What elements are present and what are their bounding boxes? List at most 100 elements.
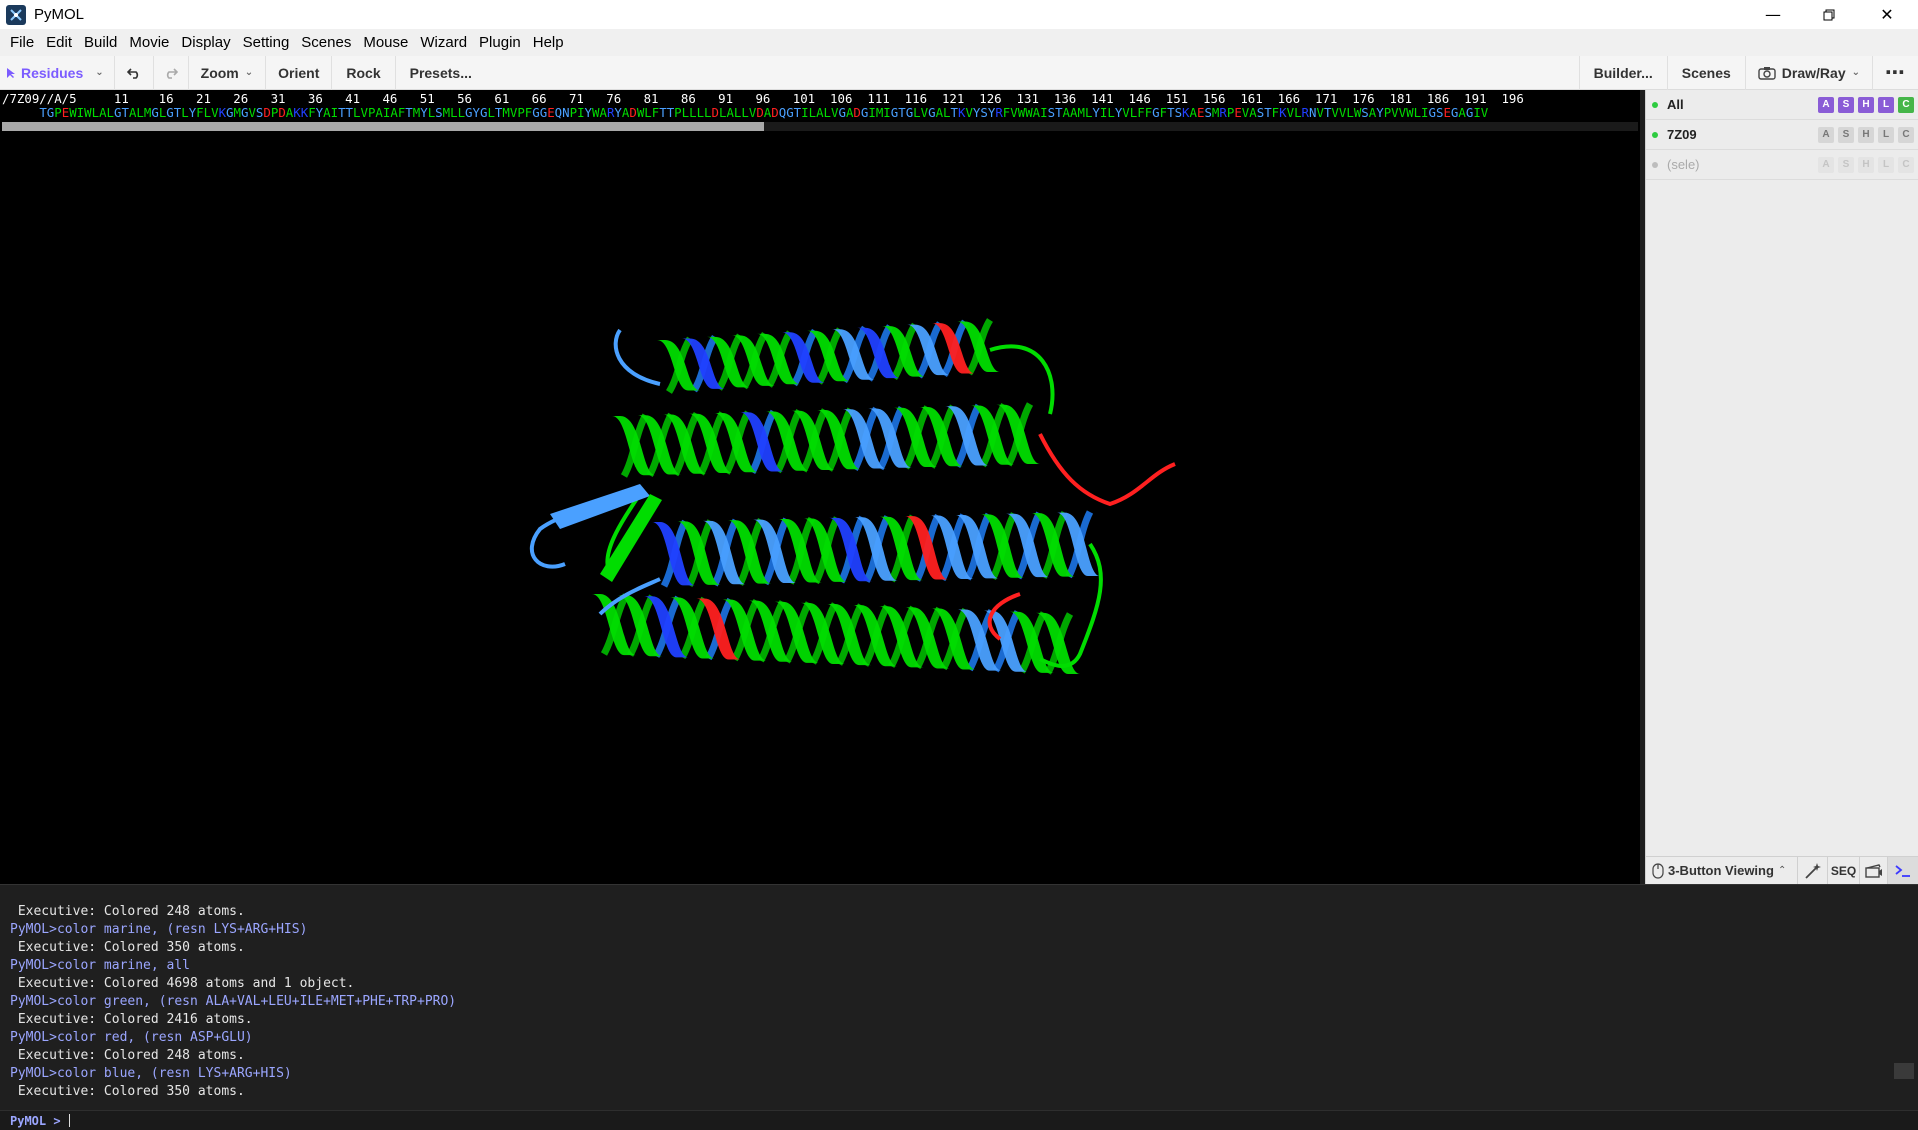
color-button[interactable]: C: [1898, 126, 1914, 143]
residue-letter[interactable]: K: [219, 105, 226, 120]
residue-letter[interactable]: L: [913, 105, 920, 120]
residue-letter[interactable]: M: [443, 105, 450, 120]
scenes-button[interactable]: Scenes: [1668, 55, 1746, 90]
residue-letter[interactable]: I: [1040, 105, 1047, 120]
residue-letter[interactable]: W: [84, 105, 91, 120]
menu-wizard[interactable]: Wizard: [414, 29, 473, 56]
residue-letter[interactable]: I: [77, 105, 84, 120]
residue-letter[interactable]: A: [99, 105, 106, 120]
zoom-button[interactable]: Zoom ⌄: [189, 55, 267, 90]
residue-letter[interactable]: G: [166, 105, 173, 120]
residue-letter[interactable]: R: [1219, 105, 1226, 120]
residue-letter[interactable]: L: [92, 105, 99, 120]
menu-plugin[interactable]: Plugin: [473, 29, 527, 56]
residue-letter[interactable]: D: [771, 105, 778, 120]
draw-ray-button[interactable]: Draw/Ray ⌄: [1746, 55, 1873, 90]
menu-display[interactable]: Display: [175, 29, 236, 56]
enabled-dot-icon[interactable]: [1652, 101, 1658, 108]
residue-letter[interactable]: Y: [1092, 105, 1099, 120]
residue-letter[interactable]: G: [1152, 105, 1159, 120]
residue-letter[interactable]: A: [1190, 105, 1197, 120]
sequence-scrollbar-thumb[interactable]: [2, 122, 764, 131]
residue-letter[interactable]: M: [234, 105, 241, 120]
residue-letter[interactable]: D: [853, 105, 860, 120]
residue-letter[interactable]: I: [801, 105, 808, 120]
menu-edit[interactable]: Edit: [40, 29, 78, 56]
color-button[interactable]: C: [1898, 96, 1914, 113]
residue-letter[interactable]: L: [682, 105, 689, 120]
object-row-all[interactable]: All A S H L C: [1646, 90, 1918, 120]
movie-panel-button[interactable]: [1860, 856, 1888, 885]
residue-letter[interactable]: V: [1399, 105, 1406, 120]
residue-letter[interactable]: N: [562, 105, 569, 120]
molecular-viewport[interactable]: [0, 134, 1640, 884]
redo-button[interactable]: [154, 55, 189, 90]
residue-letter[interactable]: A: [816, 105, 823, 120]
show-button[interactable]: S: [1838, 126, 1854, 143]
residue-letter[interactable]: L: [824, 105, 831, 120]
residue-letter[interactable]: D: [278, 105, 285, 120]
sequence-letters[interactable]: TGPEWIWLALGTALMGLGTLYFLVKGMGVSDPDAKKFYAI…: [39, 105, 1488, 120]
protein-cartoon[interactable]: [0, 134, 1640, 884]
command-line[interactable]: PyMOL >: [0, 1110, 1918, 1130]
residue-letter[interactable]: L: [704, 105, 711, 120]
action-button[interactable]: A: [1818, 96, 1834, 113]
residue-letter[interactable]: S: [1204, 105, 1211, 120]
residue-letter[interactable]: L: [458, 105, 465, 120]
enabled-dot-icon[interactable]: [1652, 131, 1658, 138]
residue-letter[interactable]: A: [1063, 105, 1070, 120]
residue-letter[interactable]: G: [465, 105, 472, 120]
residue-letter[interactable]: L: [697, 105, 704, 120]
residue-letter[interactable]: V: [248, 105, 255, 120]
residue-letter[interactable]: K: [293, 105, 300, 120]
residue-letter[interactable]: F: [196, 105, 203, 120]
action-button[interactable]: A: [1818, 126, 1834, 143]
residue-letter[interactable]: V: [360, 105, 367, 120]
residue-letter[interactable]: A: [1249, 105, 1256, 120]
residue-letter[interactable]: M: [1077, 105, 1084, 120]
residue-letter[interactable]: T: [794, 105, 801, 120]
sequence-scrollbar[interactable]: [2, 122, 1638, 131]
color-button[interactable]: C: [1898, 156, 1914, 173]
builder-button[interactable]: Builder...: [1578, 55, 1668, 90]
residue-letter[interactable]: T: [898, 105, 905, 120]
command-input[interactable]: [68, 1114, 70, 1127]
menu-help[interactable]: Help: [527, 29, 570, 56]
residue-letter[interactable]: L: [181, 105, 188, 120]
residue-letter[interactable]: V: [1481, 105, 1488, 120]
residue-letter[interactable]: D: [756, 105, 763, 120]
residue-letter[interactable]: S: [980, 105, 987, 120]
console-scrollbar[interactable]: [1894, 1063, 1914, 1079]
orient-button[interactable]: Orient: [266, 55, 333, 90]
residue-letter[interactable]: I: [1421, 105, 1428, 120]
residue-letter[interactable]: G: [786, 105, 793, 120]
menu-scenes[interactable]: Scenes: [295, 29, 357, 56]
residue-letter[interactable]: D: [712, 105, 719, 120]
residue-letter[interactable]: W: [69, 105, 76, 120]
residue-letter[interactable]: V: [1010, 105, 1017, 120]
residue-letter[interactable]: I: [868, 105, 875, 120]
residue-letter[interactable]: T: [1264, 105, 1271, 120]
residue-letter[interactable]: I: [331, 105, 338, 120]
residue-letter[interactable]: L: [943, 105, 950, 120]
residue-letter[interactable]: I: [577, 105, 584, 120]
menu-file[interactable]: File: [4, 29, 40, 56]
label-button[interactable]: L: [1878, 126, 1894, 143]
residue-letter[interactable]: E: [547, 105, 554, 120]
residue-letter[interactable]: P: [54, 105, 61, 120]
menu-build[interactable]: Build: [78, 29, 123, 56]
residue-letter[interactable]: F: [1137, 105, 1144, 120]
residue-letter[interactable]: L: [741, 105, 748, 120]
menu-setting[interactable]: Setting: [237, 29, 296, 56]
mouse-mode-button[interactable]: 3-Button Viewing ⌃: [1646, 856, 1798, 885]
menu-mouse[interactable]: Mouse: [357, 29, 414, 56]
residue-letter[interactable]: T: [659, 105, 666, 120]
residue-letter[interactable]: K: [1279, 105, 1286, 120]
residue-letter[interactable]: T: [951, 105, 958, 120]
residue-letter[interactable]: V: [1391, 105, 1398, 120]
residue-letter[interactable]: Y: [585, 105, 592, 120]
residue-letter[interactable]: G: [838, 105, 845, 120]
residue-letter[interactable]: A: [936, 105, 943, 120]
action-button[interactable]: A: [1818, 156, 1834, 173]
residue-letter[interactable]: T: [1167, 105, 1174, 120]
